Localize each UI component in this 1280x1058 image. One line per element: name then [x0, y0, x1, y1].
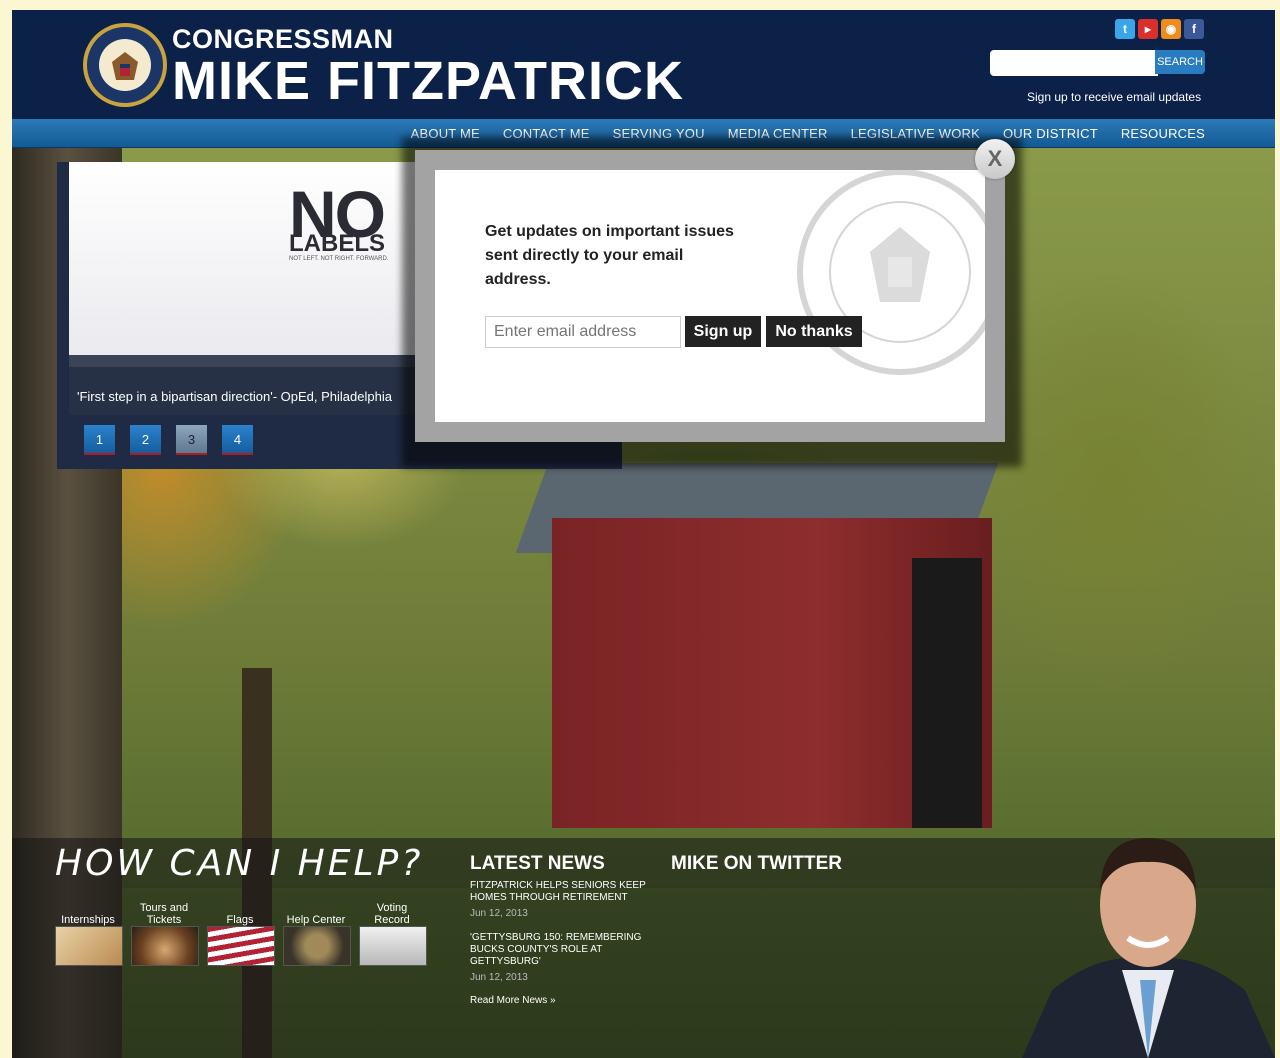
social-links: t ▶ ◉ f	[1115, 19, 1204, 39]
house-seal-logo[interactable]	[82, 22, 168, 108]
read-more-news-link[interactable]: Read More News »	[470, 995, 556, 1006]
site-header: CONGRESSMAN MIKE FITZPATRICK t ▶ ◉ f SEA…	[12, 10, 1275, 119]
help-item-help-center[interactable]: Help Center	[283, 903, 351, 966]
help-item-voting-record[interactable]: Voting Record	[359, 902, 427, 966]
help-item-tours[interactable]: Tours and Tickets	[131, 902, 199, 966]
page: CONGRESSMAN MIKE FITZPATRICK t ▶ ◉ f SEA…	[12, 10, 1275, 1058]
tours-thumbnail[interactable]	[131, 926, 199, 966]
twitter-icon[interactable]: t	[1115, 19, 1135, 39]
news-date: Jun 12, 2013	[470, 972, 528, 983]
twitter-section-title: MIKE ON TWITTER	[671, 853, 842, 874]
news-headline-link[interactable]: FITZPATRICK HELPS SENIORS KEEP HOMES THR…	[470, 880, 660, 904]
search-button[interactable]: SEARCH	[1155, 50, 1205, 74]
no-labels-logo-labels: LABELS	[289, 230, 385, 257]
slide-page-button-active[interactable]: 3	[176, 425, 207, 455]
help-item-label: Internships	[61, 914, 115, 926]
help-item-label: Flags	[226, 914, 254, 926]
help-item-label: Tours and Tickets	[139, 902, 189, 926]
help-center-thumbnail[interactable]	[283, 926, 351, 966]
bridge-opening	[912, 558, 982, 828]
youtube-icon[interactable]: ▶	[1138, 19, 1158, 39]
title-name[interactable]: MIKE FITZPATRICK	[172, 50, 684, 112]
slide-page-button[interactable]: 2	[130, 425, 161, 455]
facebook-icon[interactable]: f	[1184, 19, 1204, 39]
search-input[interactable]	[990, 50, 1158, 76]
help-section-title: HOW CAN I HELP?	[55, 843, 424, 884]
nav-resources[interactable]: RESOURCES	[1121, 126, 1205, 141]
help-item-label: Help Center	[286, 914, 346, 926]
close-icon[interactable]: X	[975, 139, 1015, 179]
help-items: Internships Tours and Tickets Flags Help…	[55, 902, 427, 966]
voting-record-thumbnail[interactable]	[359, 926, 427, 966]
house-seal-watermark	[797, 170, 985, 375]
slide-pager: 1 2 3 4	[84, 425, 253, 455]
email-field[interactable]	[485, 316, 681, 348]
help-item-label: Voting Record	[374, 902, 410, 926]
modal-content: Get updates on important issues sent dir…	[435, 170, 985, 422]
slide-page-button[interactable]: 1	[84, 425, 115, 455]
no-thanks-button[interactable]: No thanks	[766, 316, 862, 347]
news-date: Jun 12, 2013	[470, 908, 528, 919]
help-item-internships[interactable]: Internships	[55, 903, 123, 966]
flags-thumbnail[interactable]	[207, 926, 275, 966]
email-signup-link[interactable]: Sign up to receive email updates	[1027, 90, 1201, 104]
slide-caption[interactable]: 'First step in a bipartisan direction'- …	[77, 389, 397, 404]
rss-icon[interactable]: ◉	[1161, 19, 1181, 39]
modal-message: Get updates on important issues sent dir…	[485, 223, 734, 288]
help-item-flags[interactable]: Flags	[207, 903, 275, 966]
latest-news-title: LATEST NEWS	[470, 853, 605, 874]
congressman-portrait	[1022, 838, 1275, 1058]
no-labels-tagline: NOT LEFT. NOT RIGHT. FORWARD.	[289, 256, 389, 262]
news-headline-link[interactable]: 'GETTYSBURG 150: REMEMBERING BUCKS COUNT…	[470, 932, 660, 968]
email-signup-modal: Get updates on important issues sent dir…	[415, 150, 1005, 442]
internships-thumbnail[interactable]	[55, 926, 123, 966]
slide-page-button[interactable]: 4	[222, 425, 253, 455]
sign-up-button[interactable]: Sign up	[685, 316, 761, 347]
